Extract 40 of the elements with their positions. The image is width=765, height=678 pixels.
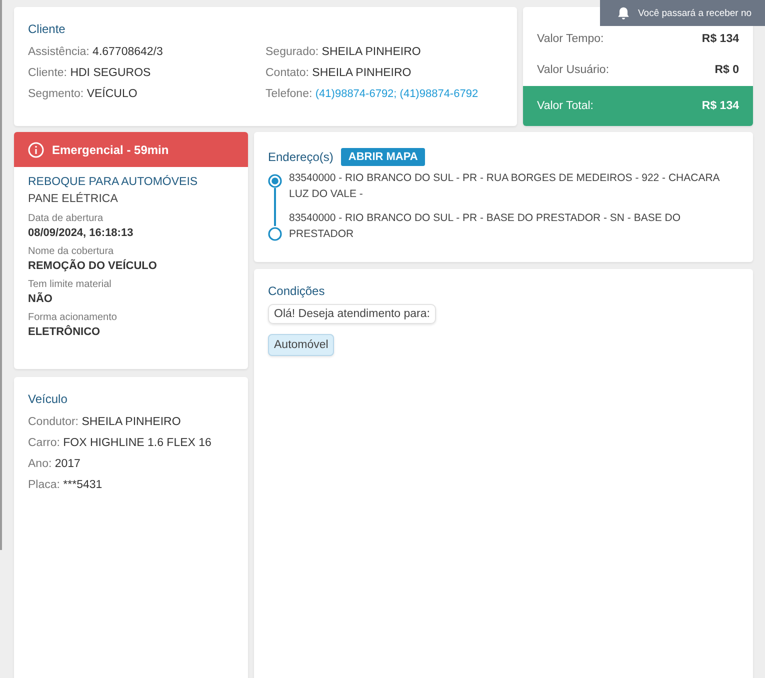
address-text: 83540000 - RIO BRANCO DO SUL - PR - BASE DO PRESTADOR - SN - BASE DO PRESTADOR	[289, 211, 682, 242]
value-amount: R$ 134	[702, 32, 739, 45]
value-amount: R$ 134	[702, 100, 739, 112]
chat-message: Olá! Deseja atendimento para:	[268, 304, 436, 324]
field-label: Tem limite material	[28, 278, 112, 292]
field-value: NÃO	[28, 292, 54, 307]
open-map-button[interactable]: ABRIR MAPA	[341, 148, 425, 166]
option-button[interactable]: Automóvel	[268, 334, 334, 356]
info-text: Condutor: SHEILA PINHEIRO	[28, 415, 182, 430]
banner-text: Emergencial - 59min	[52, 142, 169, 156]
card-title: Endereço(s)	[268, 150, 334, 164]
info-text: Assistência: 4.67708642/3	[28, 45, 164, 60]
field-value: ELETRÔNICO	[28, 325, 102, 340]
field-label: Forma acionamento	[28, 311, 118, 325]
address-text: 83540000 - RIO BRANCO DO SUL - PR - RUA BORGES DE MEDEIROS - 922 - CHACARA LUZ DO VALE -	[289, 171, 721, 202]
card-title: Condições	[268, 284, 326, 298]
field-label: Data de abertura	[28, 212, 104, 226]
service-title: REBOQUE PARA AUTOMÓVEIS	[28, 174, 199, 190]
field-value: REMOÇÃO DO VEÍCULO	[28, 259, 158, 274]
value-label: Valor Tempo:	[537, 32, 604, 45]
value-label: Valor Usuário:	[537, 64, 610, 76]
info-text: Contato: SHEILA PINHEIRO	[266, 66, 412, 81]
phone-link[interactable]: (41)98874-6792; (41)98874-6792	[315, 88, 478, 100]
info-text: Ano: 2017	[28, 457, 82, 472]
info-text: Segmento: VEÍCULO	[28, 86, 138, 102]
info-text: Cliente: HDI SEGUROS	[28, 66, 152, 81]
bell-icon	[616, 6, 631, 20]
toast-text: Você passará a receber no	[638, 8, 752, 18]
value-label: Valor Total:	[537, 100, 594, 112]
card-title: Veículo	[28, 392, 68, 406]
info-label: Telefone:	[266, 88, 312, 100]
info-text: Placa: ***5431	[28, 478, 104, 493]
field-label: Nome da cobertura	[28, 245, 115, 259]
service-subtitle: PANE ELÉTRICA	[28, 191, 119, 207]
info-text: Carro: FOX HIGHLINE 1.6 FLEX 16	[28, 436, 212, 451]
card-title: Cliente	[28, 22, 66, 36]
field-value: 08/09/2024, 16:18:13	[28, 226, 134, 241]
info-icon	[28, 142, 44, 158]
info-text: Segurado: SHEILA PINHEIRO	[266, 45, 422, 60]
value-amount: R$ 0	[714, 64, 739, 76]
